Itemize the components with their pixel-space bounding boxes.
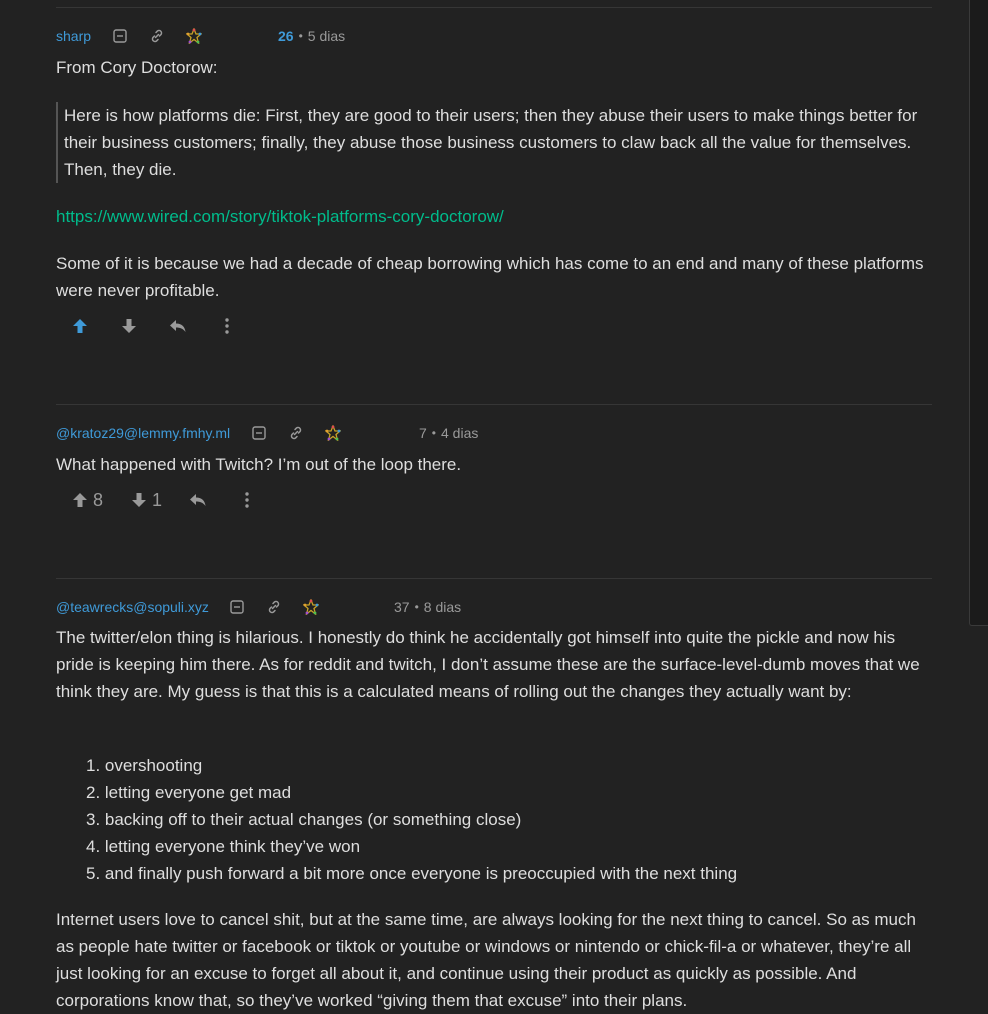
comment-header: sharp: [56, 26, 203, 46]
comment-header: @kratoz29@lemmy.fmhy.ml: [56, 423, 342, 443]
comment-header: @teawrecks@sopuli.xyz: [56, 597, 319, 617]
upvote-count: 8: [93, 489, 104, 510]
link-icon[interactable]: [288, 425, 304, 441]
list-item: 5. and finally push forward a bit more o…: [86, 864, 738, 883]
comment-score-info: 26 • 5 dias: [278, 26, 345, 46]
arrow-down-icon: [132, 493, 147, 507]
quote-text: Here is how platforms die: First, they a…: [64, 106, 918, 179]
downvote-button[interactable]: [119, 316, 139, 336]
list-item: 2. letting everyone get mad: [86, 783, 292, 802]
comment-body-continued: Some of it is because we had a decade of…: [56, 250, 932, 304]
list-item: 3. backing off to their actual changes (…: [86, 810, 522, 829]
comment-body-continued: Internet users love to cancel shit, but …: [56, 906, 932, 1014]
comment-age: 5 dias: [307, 28, 346, 44]
separator-dot: •: [431, 426, 436, 440]
comment-actions: 8 1: [70, 487, 257, 513]
comment-paragraph: Some of it is because we had a decade of…: [56, 254, 924, 300]
scrollbar-thumb[interactable]: [969, 0, 988, 626]
comment-actions: [70, 313, 237, 339]
list-item: 1. overshooting: [86, 756, 203, 775]
collapse-icon[interactable]: [251, 425, 267, 441]
downvote-button[interactable]: 1: [129, 490, 162, 511]
comment-divider: [56, 7, 932, 8]
comment-body: From Cory Doctorow:: [56, 54, 932, 81]
list-item: 4. letting everyone think they’ve won: [86, 837, 361, 856]
more-options-button[interactable]: [237, 490, 257, 510]
upvote-button[interactable]: [70, 316, 90, 336]
arrow-up-icon: [73, 319, 87, 333]
comment-score-info: 7 • 4 dias: [419, 423, 478, 443]
reply-icon: [170, 320, 186, 332]
comment-score: 37: [394, 599, 410, 615]
reply-button[interactable]: [188, 490, 208, 510]
comment-paragraph: What happened with Twitch? I’m out of th…: [56, 455, 462, 474]
comment-score: 7: [419, 425, 427, 441]
arrow-up-icon: [73, 493, 87, 507]
more-vertical-icon: [245, 492, 249, 508]
arrow-down-icon: [122, 319, 136, 333]
comment-paragraph: The twitter/elon thing is hilarious. I h…: [56, 628, 920, 701]
comment-score: 26: [278, 28, 294, 44]
comment-body: The twitter/elon thing is hilarious. I h…: [56, 624, 932, 705]
comment-blockquote: Here is how platforms die: First, they a…: [56, 102, 932, 183]
comment-author-link[interactable]: @kratoz29@lemmy.fmhy.ml: [56, 425, 230, 441]
link-icon[interactable]: [266, 599, 282, 615]
upvote-button[interactable]: 8: [70, 490, 103, 511]
comment-divider: [56, 404, 932, 405]
fediverse-icon[interactable]: [325, 425, 342, 441]
comment-age: 8 dias: [423, 599, 462, 615]
comment-link[interactable]: https://www.wired.com/story/tiktok-platf…: [56, 203, 504, 230]
comment-score-info: 37 • 8 dias: [394, 597, 461, 617]
reply-icon: [190, 494, 206, 506]
more-options-button[interactable]: [217, 316, 237, 336]
fediverse-icon[interactable]: [302, 599, 319, 615]
comment-author-link[interactable]: @teawrecks@sopuli.xyz: [56, 599, 209, 615]
comment-divider: [56, 578, 932, 579]
more-vertical-icon: [225, 318, 229, 334]
link-icon[interactable]: [149, 28, 165, 44]
separator-dot: •: [298, 29, 303, 43]
comment-age: 4 dias: [441, 425, 479, 441]
collapse-icon[interactable]: [229, 599, 245, 615]
downvote-count: 1: [152, 489, 163, 510]
comment-paragraph: Internet users love to cancel shit, but …: [56, 910, 916, 1010]
comment-paragraph: From Cory Doctorow:: [56, 58, 218, 77]
comment-ordered-list: 1. overshooting 2. letting everyone get …: [86, 752, 737, 887]
fediverse-icon[interactable]: [186, 28, 203, 44]
separator-dot: •: [414, 600, 419, 614]
reply-button[interactable]: [168, 316, 188, 336]
comment-author-link[interactable]: sharp: [56, 28, 91, 44]
comment-body: What happened with Twitch? I’m out of th…: [56, 451, 932, 478]
collapse-icon[interactable]: [112, 28, 128, 44]
